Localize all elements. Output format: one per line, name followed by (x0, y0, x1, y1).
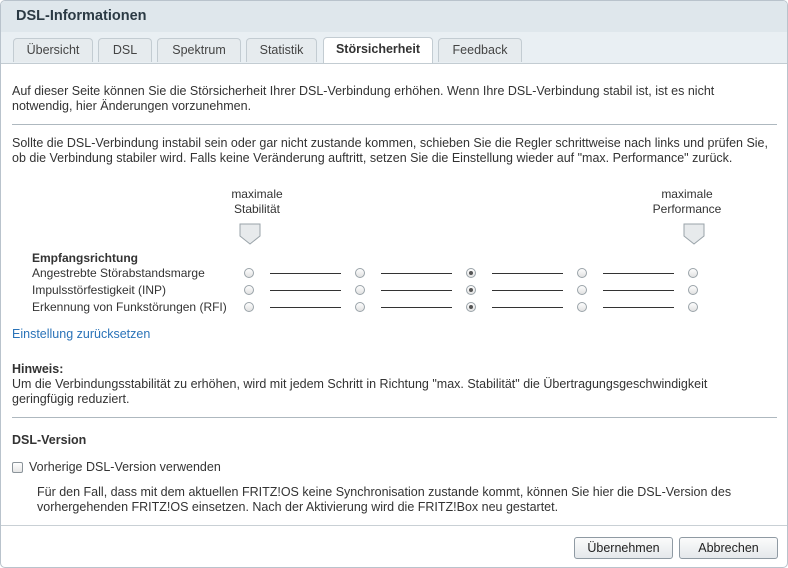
tab-bar: Übersicht DSL Spektrum Statistik Störsic… (1, 32, 787, 64)
setting-label-inp: Impulsstörfestigkeit (INP) (32, 283, 167, 297)
apply-button[interactable]: Übernehmen (574, 537, 673, 559)
scale-line (603, 273, 674, 274)
divider (12, 124, 777, 125)
scale-left-label-line2: Stabilität (233, 201, 281, 216)
radio-stoerabstand-1[interactable] (244, 268, 254, 278)
scale-line (492, 290, 563, 291)
hint-title: Hinweis: (12, 362, 64, 376)
radio-stoerabstand-3[interactable] (466, 268, 476, 278)
radio-rfi-4[interactable] (577, 302, 587, 312)
scale-line (270, 307, 341, 308)
hint-text: Um die Verbindungsstabilität zu erhöhen,… (12, 377, 708, 406)
scale-right-label: maximale Performance (637, 187, 737, 216)
title-bar: DSL-Informationen (1, 1, 787, 33)
scale-line (270, 273, 341, 274)
radio-rfi-5[interactable] (688, 302, 698, 312)
radio-stoerabstand-5[interactable] (688, 268, 698, 278)
radio-inp-2[interactable] (355, 285, 365, 295)
radio-inp-5[interactable] (688, 285, 698, 295)
scale-line (603, 290, 674, 291)
previous-dsl-version-label[interactable]: Vorherige DSL-Version verwenden (29, 460, 221, 474)
tab-feedback[interactable]: Feedback (438, 38, 522, 62)
intro-text: Auf dieser Seite können Sie die Störsich… (12, 84, 715, 113)
reset-settings-link[interactable]: Einstellung zurücksetzen (12, 327, 150, 341)
radio-inp-4[interactable] (577, 285, 587, 295)
radio-rfi-3[interactable] (466, 302, 476, 312)
previous-dsl-version-checkbox[interactable] (12, 462, 23, 473)
setting-label-rfi: Erkennung von Funkstörungen (RFI) (32, 300, 227, 314)
radio-stoerabstand-2[interactable] (355, 268, 365, 278)
scale-line (381, 307, 452, 308)
radio-inp-3[interactable] (466, 285, 476, 295)
radio-inp-1[interactable] (244, 285, 254, 295)
scale-line (270, 290, 341, 291)
dsl-version-heading: DSL-Version (12, 433, 87, 447)
scale-line (603, 307, 674, 308)
scale-line (381, 273, 452, 274)
section-heading-empfangsrichtung: Empfangsrichtung (32, 251, 139, 265)
scale-left-label-line1: maximale (231, 187, 283, 201)
tab-stoersicherheit[interactable]: Störsicherheit (323, 37, 433, 64)
divider (12, 417, 777, 418)
radio-rfi-2[interactable] (355, 302, 365, 312)
scale-line (492, 307, 563, 308)
tab-divider (1, 63, 787, 64)
dsl-version-description: Für den Fall, dass mit dem aktuellen FRI… (37, 485, 732, 514)
setting-label-stoerabstandsmarge: Angestrebte Störabstandsmarge (32, 266, 205, 280)
scale-line (381, 290, 452, 291)
footer-divider (1, 525, 787, 526)
instruction-text: Sollte die DSL-Verbindung instabil sein … (12, 136, 768, 165)
scale-left-label: maximale Stabilität (216, 187, 298, 216)
scale-right-label-line1: maximale (661, 187, 713, 201)
scale-right-label-line2: Performance (652, 201, 722, 216)
performance-marker-icon (683, 223, 705, 245)
radio-stoerabstand-4[interactable] (577, 268, 587, 278)
cancel-button[interactable]: Abbrechen (679, 537, 778, 559)
radio-rfi-1[interactable] (244, 302, 254, 312)
tab-statistik[interactable]: Statistik (246, 38, 317, 62)
tab-uebersicht[interactable]: Übersicht (13, 38, 93, 62)
tab-spektrum[interactable]: Spektrum (157, 38, 241, 62)
window-title: DSL-Informationen (16, 8, 147, 24)
scale-line (492, 273, 563, 274)
tab-dsl[interactable]: DSL (98, 38, 152, 62)
dialog-window: DSL-Informationen Übersicht DSL Spektrum… (0, 0, 788, 568)
stability-marker-icon (239, 223, 261, 245)
